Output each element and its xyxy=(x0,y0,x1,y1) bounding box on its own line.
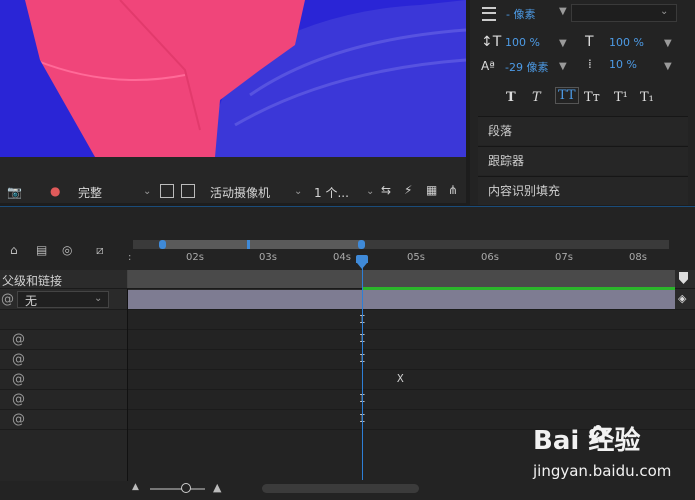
zoom-out-icon[interactable]: ▲ xyxy=(132,482,139,492)
watermark-url: jingyan.baidu.com xyxy=(533,462,672,480)
graph-editor-icon[interactable]: ⧄ xyxy=(96,243,104,258)
keyframe-nav-icon[interactable]: ◈ xyxy=(678,292,686,305)
chevron-down-icon[interactable]: ⌄ xyxy=(94,293,102,304)
superscript-button[interactable]: T¹ xyxy=(614,90,628,105)
ruler-tick-start: : xyxy=(128,252,132,263)
small-caps-button[interactable]: Tт xyxy=(584,90,600,105)
playhead-handle[interactable] xyxy=(356,255,368,263)
property-row[interactable] xyxy=(0,370,695,390)
composition-viewer[interactable] xyxy=(0,0,466,157)
channel-icon[interactable]: ● xyxy=(50,184,60,198)
camera-select[interactable]: 活动摄像机 xyxy=(210,184,270,201)
vertical-scale-value[interactable]: 100 % xyxy=(505,36,540,49)
horizontal-scale-value[interactable]: 100 % xyxy=(609,36,644,49)
horizontal-scrollbar[interactable] xyxy=(262,484,419,493)
toggle-icon[interactable]: ⇆ xyxy=(381,183,391,197)
zoom-slider-track[interactable] xyxy=(150,488,205,490)
subscript-button[interactable]: T₁ xyxy=(640,90,654,105)
viewer-gap xyxy=(0,157,466,181)
quality-select[interactable]: 完整 xyxy=(78,184,102,201)
parent-value: 无 xyxy=(25,294,38,308)
work-area-marker xyxy=(247,240,250,249)
region-icon[interactable] xyxy=(160,184,174,198)
playhead-tip xyxy=(357,263,367,269)
paw-icon: ✿ xyxy=(588,420,609,448)
all-caps-button[interactable]: TT xyxy=(555,87,579,104)
playhead-line xyxy=(362,260,363,480)
column-divider xyxy=(127,289,128,481)
chevron-down-icon[interactable]: ▼ xyxy=(559,38,567,49)
chevron-down-icon[interactable]: ▼ xyxy=(664,38,672,49)
baseline-shift-icon: Aª xyxy=(481,59,495,73)
tsume-icon: ⁞ xyxy=(588,57,592,71)
timeline-track-header xyxy=(128,270,675,288)
frame-blending-icon[interactable]: ▤ xyxy=(36,243,47,257)
zoom-slider-thumb[interactable] xyxy=(181,483,191,493)
timeline-icon[interactable]: ▦ xyxy=(426,183,437,197)
flowchart-icon[interactable]: ⋔ xyxy=(448,183,458,197)
pickwhip-icon[interactable]: @ xyxy=(1,292,14,307)
views-select[interactable]: 1 个... xyxy=(314,184,349,201)
chevron-down-icon[interactable]: ▼ xyxy=(559,61,567,72)
fast-preview-icon[interactable]: ⚡ xyxy=(404,183,412,197)
content-aware-fill-panel[interactable]: 内容识别填充 xyxy=(478,176,688,205)
cache-indicator xyxy=(362,287,675,290)
chevron-down-icon[interactable]: ▼ xyxy=(664,61,672,72)
property-row[interactable] xyxy=(0,310,695,330)
work-area-range[interactable] xyxy=(162,240,362,249)
ruler-tick-03s: 03s xyxy=(259,252,277,263)
tracker-panel[interactable]: 跟踪器 xyxy=(478,146,688,175)
ruler-tick-05s: 05s xyxy=(407,252,425,263)
viewer-render xyxy=(0,0,466,157)
leading-value[interactable]: - 像素 xyxy=(506,6,535,22)
parent-column-header: 父级和链接 xyxy=(2,274,63,288)
baidu-watermark: Bai 经验 ✿ jingyan.baidu.com xyxy=(533,418,693,488)
chevron-down-icon[interactable]: ▼ xyxy=(559,6,567,17)
camera-icon[interactable]: 📷 xyxy=(7,185,22,199)
property-row[interactable] xyxy=(0,330,695,350)
viewer-toolbar: 📷 ● 完整 ⌄ 活动摄像机 ⌄ 1 个... ⌄ ⇆ ⚡ ▦ ⋔ xyxy=(0,181,466,203)
faux-italic-button[interactable]: T xyxy=(532,90,541,105)
keyframe-icon[interactable]: X xyxy=(397,372,404,385)
faux-bold-button[interactable]: T xyxy=(506,90,516,105)
motion-blur-icon[interactable]: ◎ xyxy=(62,243,72,257)
chevron-down-icon[interactable]: ⌄ xyxy=(366,186,374,197)
property-row[interactable] xyxy=(0,390,695,410)
shy-layers-icon[interactable]: ⌂ xyxy=(10,243,18,257)
horizontal-scale-icon: T xyxy=(585,34,594,50)
tsume-value[interactable]: 10 % xyxy=(609,58,637,71)
ruler-tick-06s: 06s xyxy=(481,252,499,263)
pickwhip-icon[interactable]: @ xyxy=(12,412,25,427)
chevron-down-icon[interactable]: ⌄ xyxy=(294,186,302,197)
vertical-scale-icon: ↕T xyxy=(481,34,502,50)
baidu-logo: Bai 经验 xyxy=(533,426,641,456)
pickwhip-icon[interactable]: @ xyxy=(12,372,25,387)
baseline-shift-value[interactable]: -29 像素 xyxy=(505,59,548,75)
ruler-tick-07s: 07s xyxy=(555,252,573,263)
property-row[interactable] xyxy=(0,350,695,370)
ruler-tick-08s: 08s xyxy=(629,252,647,263)
faux-style-buttons: T T TT Tт T¹ T₁ xyxy=(478,85,678,111)
chevron-down-icon[interactable]: ⌄ xyxy=(143,186,151,197)
character-panel: - 像素 ▼ ⌄ ↕T 100 % ▼ T 100 % ▼ Aª -29 像素 … xyxy=(470,0,695,205)
transparency-grid-icon[interactable] xyxy=(181,184,195,198)
ruler-tick-04s: 04s xyxy=(333,252,351,263)
chevron-down-icon[interactable]: ⌄ xyxy=(660,6,668,17)
zoom-in-icon[interactable]: ▲ xyxy=(213,481,221,494)
panel-menu-icon[interactable] xyxy=(482,7,496,21)
pickwhip-icon[interactable]: @ xyxy=(12,332,25,347)
pickwhip-icon[interactable]: @ xyxy=(12,392,25,407)
ruler-tick-02s: 02s xyxy=(186,252,204,263)
time-ruler[interactable] xyxy=(128,250,675,270)
work-area-end-handle[interactable] xyxy=(358,240,365,249)
layer-duration-bar[interactable] xyxy=(128,290,675,309)
work-area-start-handle[interactable] xyxy=(159,240,166,249)
paragraph-panel[interactable]: 段落 xyxy=(478,116,688,145)
pickwhip-icon[interactable]: @ xyxy=(12,352,25,367)
